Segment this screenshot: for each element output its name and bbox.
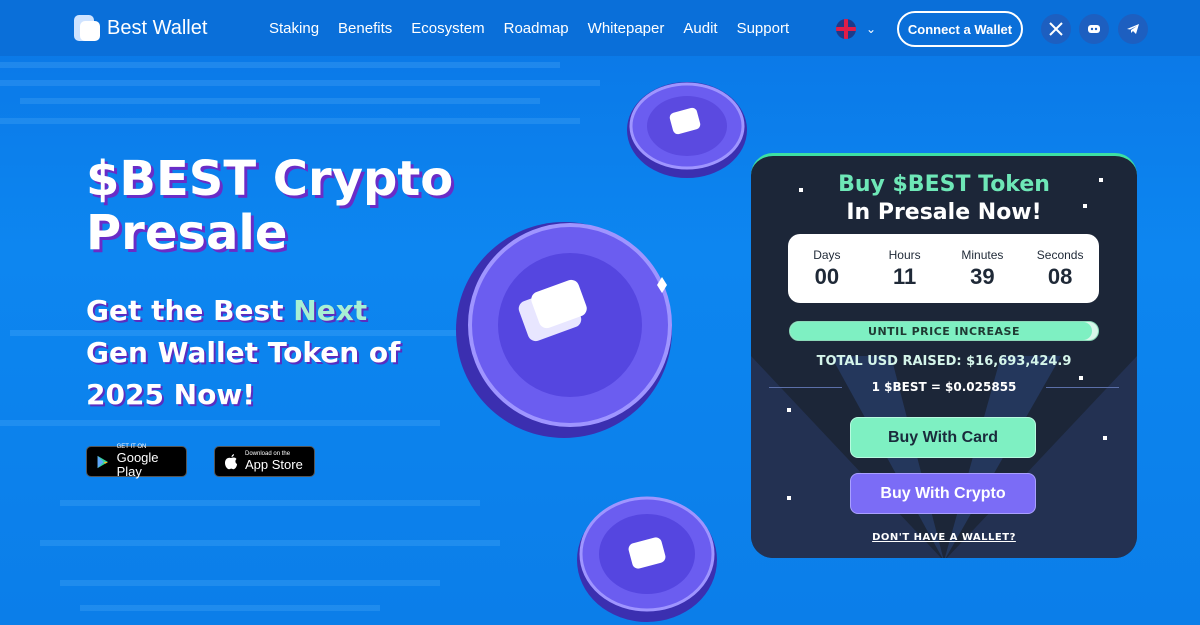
countdown-hours: Hours 11 [888, 247, 921, 289]
telegram-icon[interactable] [1118, 14, 1148, 44]
coin-large-center-image [456, 222, 672, 438]
countdown-seconds: Seconds 08 [1036, 247, 1084, 289]
presale-title-line1: Buy $BEST Token [838, 172, 1050, 197]
brand-name: Best Wallet [107, 16, 208, 39]
hero-title: $BEST Crypto Presale [86, 151, 454, 261]
divider-left [769, 386, 842, 388]
presale-title-line2: In Presale Now! [846, 200, 1042, 225]
countdown-days: Days 00 [813, 247, 841, 289]
google-play-icon [97, 455, 109, 468]
progress-label: UNTIL PRICE INCREASE [868, 325, 1020, 338]
wallet-logo-icon [74, 13, 100, 43]
nav-item-whitepaper[interactable]: Whitepaper [588, 20, 665, 37]
google-play-button[interactable]: GET IT ON Google Play [86, 444, 187, 479]
language-selector[interactable]: ⌄ [836, 19, 876, 39]
price-increase-progress-bar: UNTIL PRICE INCREASE [789, 321, 1099, 341]
nav-item-audit[interactable]: Audit [683, 20, 717, 37]
discord-icon[interactable] [1079, 14, 1109, 44]
countdown-minutes: Minutes 39 [961, 247, 1004, 289]
nav-item-staking[interactable]: Staking [269, 20, 319, 37]
site-header: Best Wallet Staking Benefits Ecosystem R… [0, 0, 1200, 56]
total-raised-text: TOTAL USD RAISED: $16,693,424.9 [816, 354, 1072, 369]
token-rate-row: 1 $BEST = $0.025855 [769, 380, 1120, 394]
divider-right [1046, 386, 1120, 388]
connect-wallet-button[interactable]: Connect a Wallet [897, 11, 1023, 47]
presale-widget: Buy $BEST Token In Presale Now! Days 00 … [751, 153, 1137, 558]
x-icon[interactable] [1041, 14, 1071, 44]
apple-icon [225, 453, 237, 469]
app-store-button[interactable]: Download on the App Store [214, 446, 315, 477]
uk-flag-icon [836, 19, 856, 39]
chevron-down-icon: ⌄ [866, 22, 877, 36]
nav-item-ecosystem[interactable]: Ecosystem [411, 20, 484, 37]
countdown-timer: Days 00 Hours 11 Minutes 39 Seconds 08 [788, 234, 1099, 303]
no-wallet-link[interactable]: DON'T HAVE A WALLET? [751, 532, 1137, 543]
coin-bottom-image [577, 496, 717, 622]
buy-with-crypto-button[interactable]: Buy With Crypto [850, 473, 1036, 514]
nav-item-roadmap[interactable]: Roadmap [504, 20, 569, 37]
main-nav: Staking Benefits Ecosystem Roadmap White… [269, 20, 789, 37]
nav-item-benefits[interactable]: Benefits [338, 20, 392, 37]
nav-item-support[interactable]: Support [737, 20, 790, 37]
coin-small-top-image [627, 82, 747, 178]
hero-subtitle: Get the Best Next Gen Wallet Token of 20… [86, 294, 401, 411]
token-rate: 1 $BEST = $0.025855 [871, 380, 1017, 394]
brand-logo[interactable]: Best Wallet [74, 13, 207, 43]
buy-with-card-button[interactable]: Buy With Card [850, 417, 1036, 458]
